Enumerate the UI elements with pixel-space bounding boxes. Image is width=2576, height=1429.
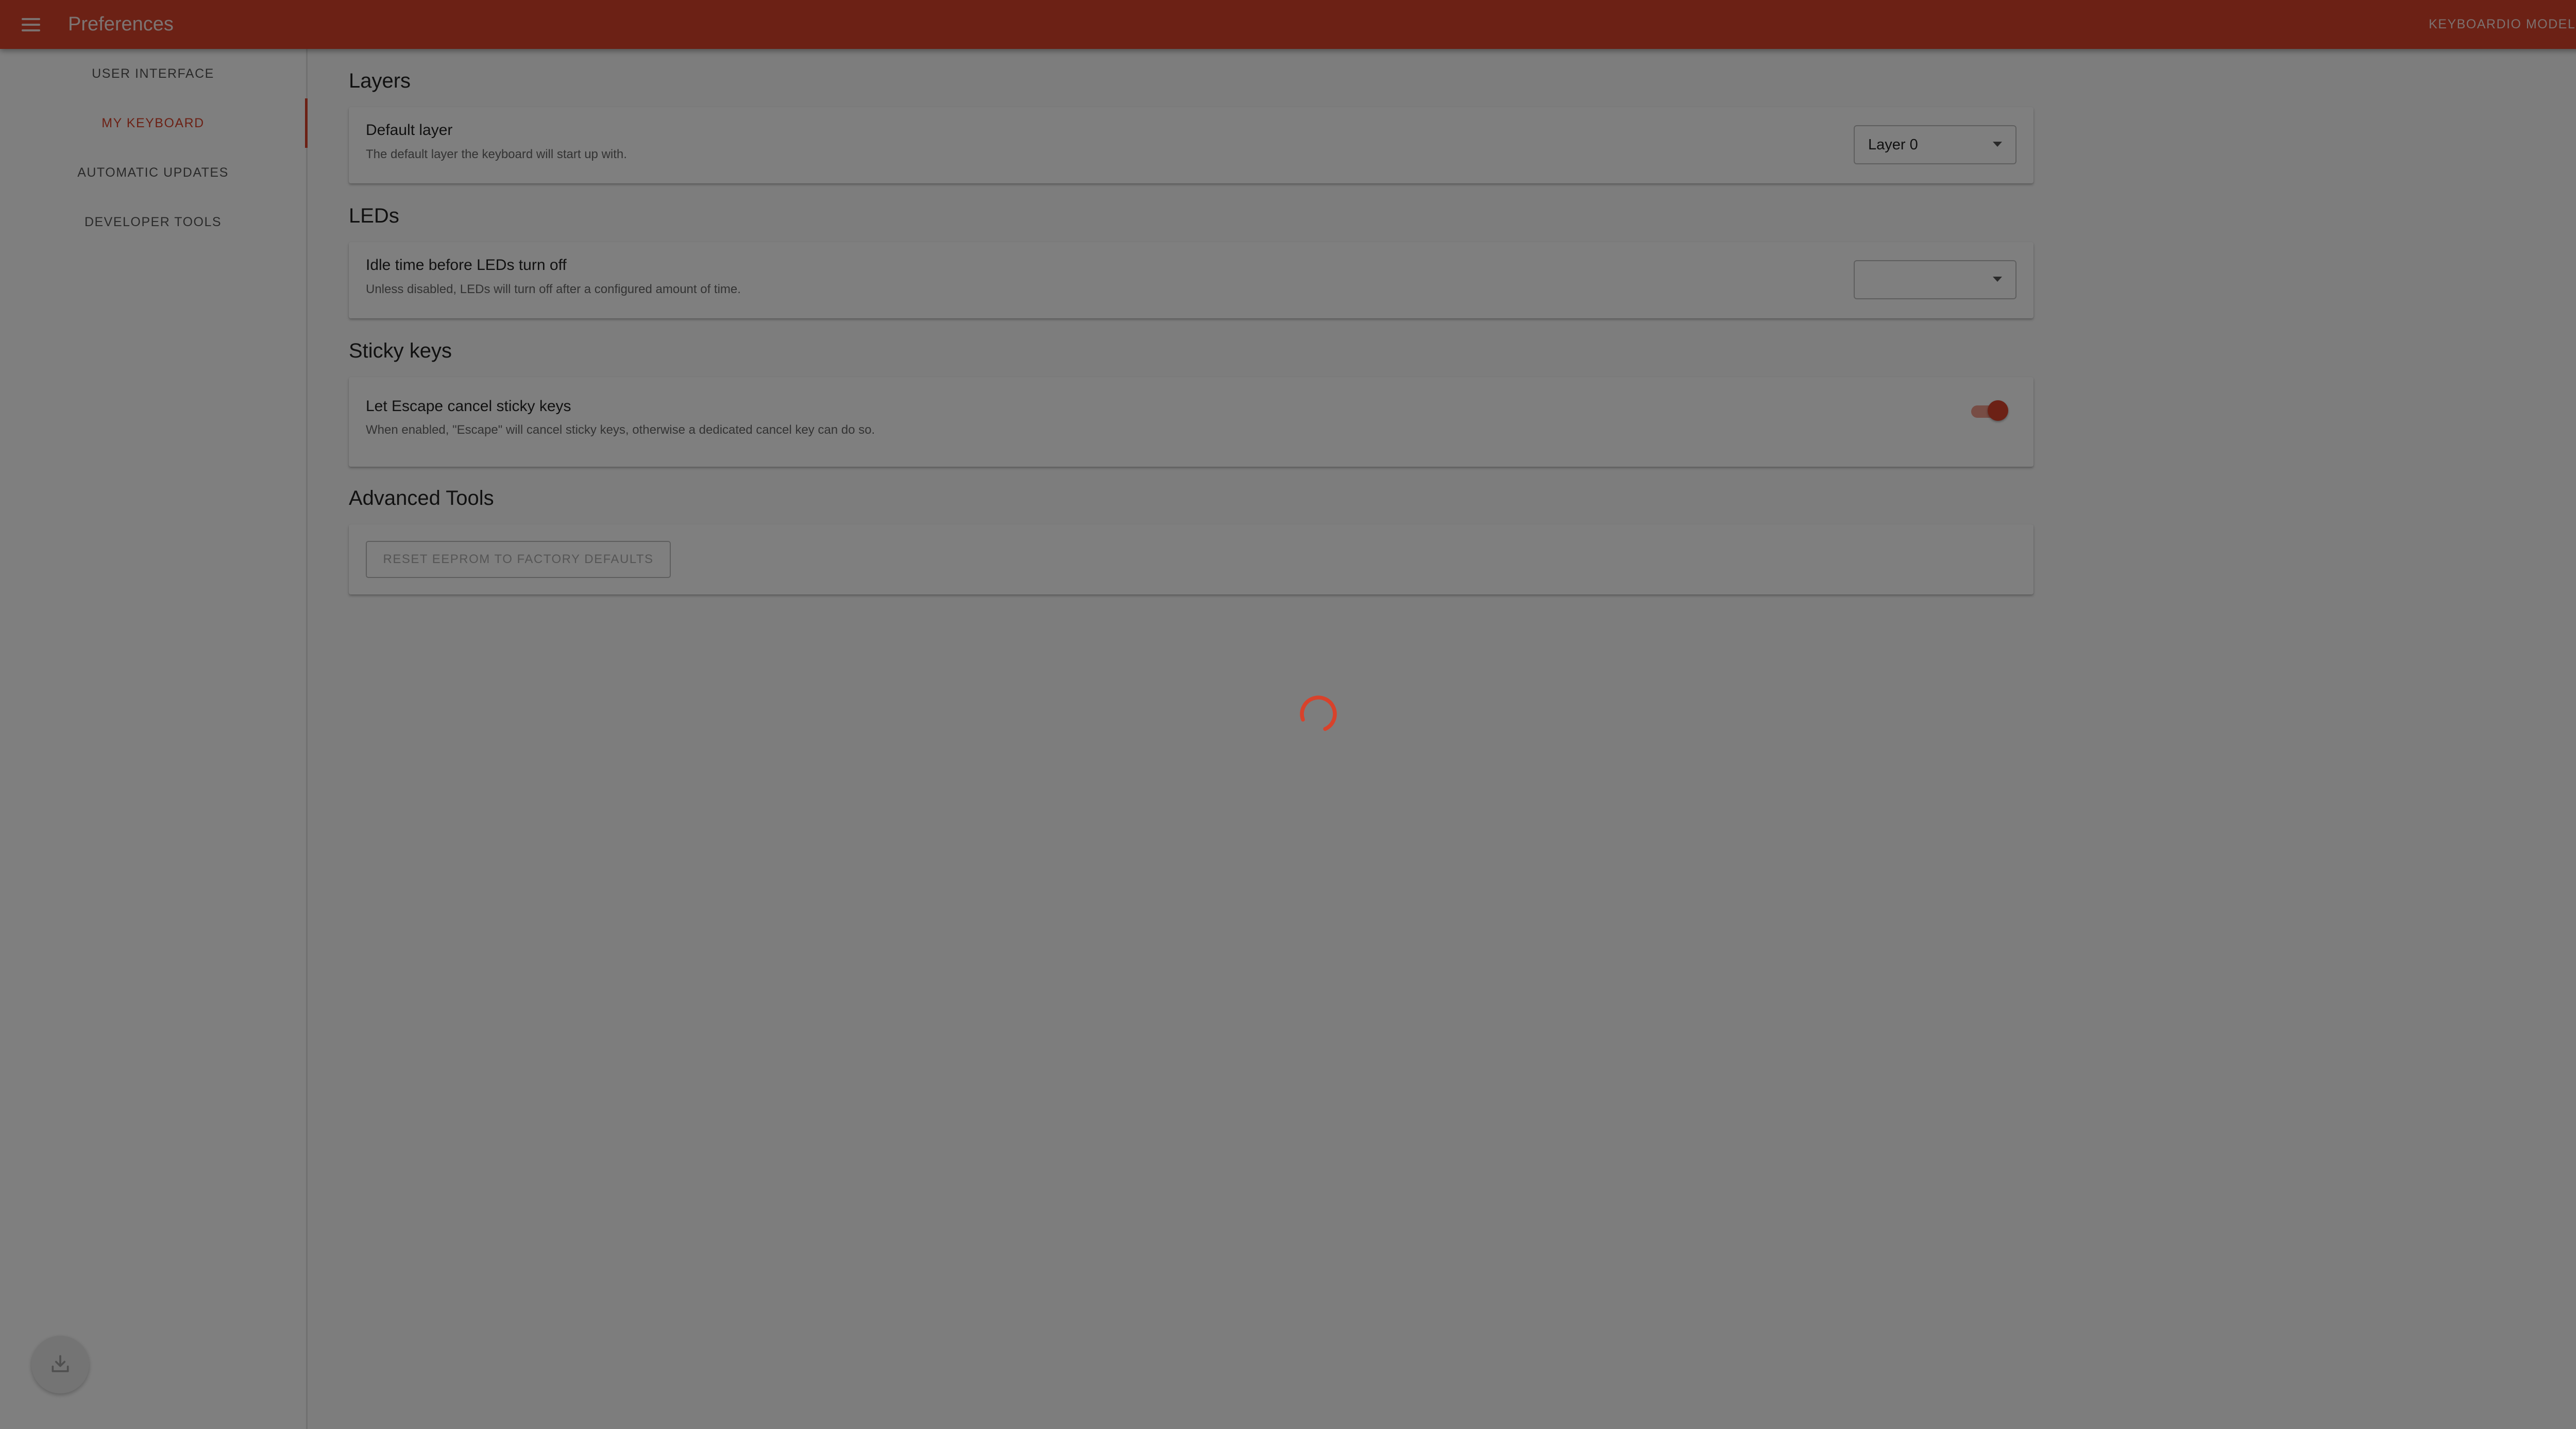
- loading-spinner-icon: [1300, 695, 1337, 733]
- loading-backdrop: [0, 0, 2576, 1429]
